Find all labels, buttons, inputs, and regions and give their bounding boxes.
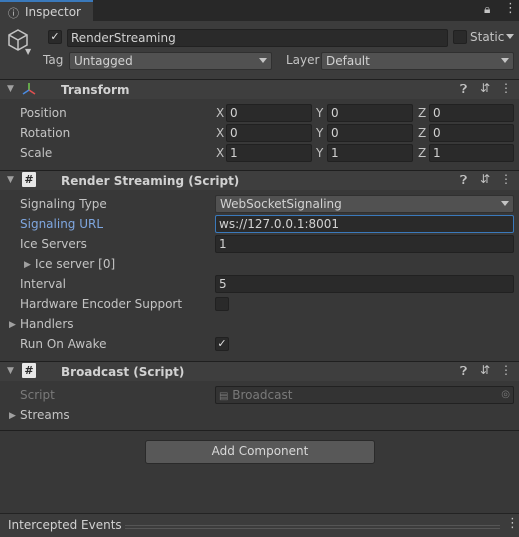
static-checkbox[interactable] xyxy=(453,30,467,44)
axis-z-label: Z xyxy=(418,126,427,140)
run-on-awake-label: Run On Awake xyxy=(20,337,107,351)
foldout-arrow-icon[interactable]: ▼ xyxy=(7,366,14,376)
signaling-type-dropdown[interactable]: WebSocketSignaling xyxy=(215,195,514,213)
hardware-encoder-checkbox[interactable] xyxy=(215,297,229,311)
gameobject-name-input[interactable]: RenderStreaming xyxy=(67,29,448,47)
axis-x-label: X xyxy=(216,126,225,140)
preset-icon[interactable]: ⇵ xyxy=(480,363,490,377)
intercepted-events-title: Intercepted Events xyxy=(8,518,122,532)
static-label: Static xyxy=(470,30,505,44)
scale-label: Scale xyxy=(20,146,53,160)
tag-value: Untagged xyxy=(74,54,133,68)
object-picker-icon: ◎ xyxy=(501,389,510,400)
axis-z-label: Z xyxy=(418,106,427,120)
rotation-y-field[interactable]: 0 xyxy=(327,124,413,142)
layer-value: Default xyxy=(326,54,370,68)
kebab-menu-icon[interactable]: ⋮ xyxy=(506,516,519,531)
scale-z-field[interactable]: 1 xyxy=(429,144,514,162)
foldout-arrow-icon[interactable]: ▶ xyxy=(9,411,16,421)
tag-dropdown[interactable]: Untagged xyxy=(69,52,272,70)
chevron-down-icon xyxy=(259,58,267,63)
tab-label: Inspector xyxy=(25,5,81,19)
script-icon: # xyxy=(22,363,36,378)
interval-field[interactable]: 5 xyxy=(215,275,514,293)
position-label: Position xyxy=(20,106,67,120)
tab-inspector[interactable]: ⓘ Inspector xyxy=(0,0,93,21)
tab-bar: ⓘ Inspector 🔒︎ ⋮ xyxy=(0,0,519,21)
transform-header[interactable]: ▼ Transform ❓︎ ⇵ ⋮ xyxy=(0,79,519,99)
render-streaming-header[interactable]: ▼ # Render Streaming (Script) ❓︎ ⇵ ⋮ xyxy=(0,170,519,190)
axis-x-label: X xyxy=(216,106,225,120)
ice-servers-label: Ice Servers xyxy=(20,237,87,251)
rotation-label: Rotation xyxy=(20,126,71,140)
script-icon: # xyxy=(22,172,36,187)
icon-dropdown-arrow[interactable]: ▼ xyxy=(25,47,31,56)
transform-title: Transform xyxy=(61,83,130,97)
signaling-type-value: WebSocketSignaling xyxy=(220,197,342,211)
help-icon[interactable]: ❓︎ xyxy=(460,364,467,379)
kebab-menu-icon[interactable]: ⋮ xyxy=(500,363,512,377)
rotation-z-field[interactable]: 0 xyxy=(429,124,514,142)
axis-y-label: Y xyxy=(316,146,324,160)
position-y-field[interactable]: 0 xyxy=(327,104,413,122)
rotation-x-field[interactable]: 0 xyxy=(226,124,312,142)
static-dropdown-arrow[interactable] xyxy=(506,34,514,39)
signaling-url-input[interactable]: ws://127.0.0.1:8001 xyxy=(215,215,514,233)
script-label: Script xyxy=(20,388,55,402)
layer-dropdown[interactable]: Default xyxy=(321,52,514,70)
kebab-menu-icon[interactable]: ⋮ xyxy=(504,1,517,16)
help-icon[interactable]: ❓︎ xyxy=(460,82,467,97)
divider xyxy=(0,430,519,431)
preset-icon[interactable]: ⇵ xyxy=(480,172,490,186)
axis-x-label: X xyxy=(216,146,225,160)
foldout-arrow-icon[interactable]: ▼ xyxy=(7,175,14,185)
script-value: Broadcast xyxy=(232,388,293,402)
script-object-field: ▤ Broadcast ◎ xyxy=(215,386,514,404)
axis-y-label: Y xyxy=(316,106,324,120)
handlers-foldout[interactable]: Handlers xyxy=(20,317,74,331)
script-file-icon: ▤ xyxy=(219,391,229,402)
chevron-down-icon xyxy=(501,58,509,63)
resize-grip[interactable] xyxy=(125,525,500,529)
gameobject-header: ▼ ✓ RenderStreaming Static Tag Untagged … xyxy=(0,21,519,79)
layer-label: Layer xyxy=(286,53,320,67)
help-icon[interactable]: ❓︎ xyxy=(460,173,467,188)
foldout-arrow-icon[interactable]: ▼ xyxy=(7,84,14,94)
foldout-arrow-icon[interactable]: ▶ xyxy=(9,320,16,330)
active-checkbox[interactable]: ✓ xyxy=(48,30,62,44)
preset-icon[interactable]: ⇵ xyxy=(480,81,490,95)
interval-label: Interval xyxy=(20,277,66,291)
lock-icon[interactable]: 🔒︎ xyxy=(484,2,490,17)
intercepted-events-bar: Intercepted Events ⋮ xyxy=(0,513,519,537)
kebab-menu-icon[interactable]: ⋮ xyxy=(500,81,512,95)
broadcast-header[interactable]: ▼ # Broadcast (Script) ❓︎ ⇵ ⋮ xyxy=(0,361,519,381)
hardware-encoder-label: Hardware Encoder Support xyxy=(20,297,183,311)
ice-server-item[interactable]: Ice server [0] xyxy=(35,257,115,271)
scale-x-field[interactable]: 1 xyxy=(226,144,312,162)
chevron-down-icon xyxy=(501,201,509,206)
scale-y-field[interactable]: 1 xyxy=(327,144,413,162)
broadcast-title: Broadcast (Script) xyxy=(61,365,185,379)
add-component-button[interactable]: Add Component xyxy=(145,440,375,464)
info-icon: ⓘ xyxy=(8,7,19,20)
render-streaming-title: Render Streaming (Script) xyxy=(61,174,240,188)
foldout-arrow-icon[interactable]: ▶ xyxy=(24,260,31,270)
streams-foldout[interactable]: Streams xyxy=(20,408,70,422)
tag-label: Tag xyxy=(43,53,64,67)
axis-y-label: Y xyxy=(316,126,324,140)
signaling-url-label: Signaling URL xyxy=(20,217,104,231)
kebab-menu-icon[interactable]: ⋮ xyxy=(500,172,512,186)
position-z-field[interactable]: 0 xyxy=(429,104,514,122)
position-x-field[interactable]: 0 xyxy=(226,104,312,122)
run-on-awake-checkbox[interactable]: ✓ xyxy=(215,337,229,351)
ice-servers-count-field[interactable]: 1 xyxy=(215,235,514,253)
transform-icon xyxy=(22,83,36,95)
signaling-type-label: Signaling Type xyxy=(20,197,107,211)
axis-z-label: Z xyxy=(418,146,427,160)
